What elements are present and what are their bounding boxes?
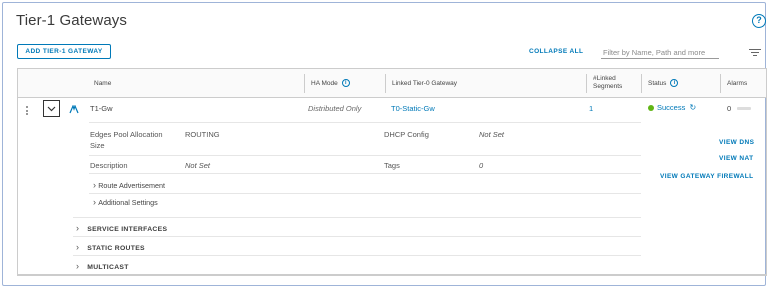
linked-segments-link[interactable]: 1 — [589, 104, 593, 113]
help-icon[interactable]: ? — [752, 14, 766, 28]
tier1-gateways-panel: Tier-1 Gateways ? ADD TIER-1 GATEWAY COL… — [2, 2, 767, 286]
filter-icon[interactable] — [749, 49, 761, 57]
dhcp-config-label: DHCP Config — [384, 130, 429, 139]
edges-pool-label: Edges Pool Allocation Size — [90, 130, 163, 150]
column-header-linked-tier0[interactable]: Linked Tier-0 Gateway — [386, 69, 586, 97]
info-icon[interactable]: i — [670, 79, 679, 87]
dhcp-config-value: Not Set — [479, 130, 505, 139]
column-header-linked-segments[interactable]: #Linked Segments — [587, 69, 641, 97]
edges-pool-value: ROUTING — [185, 130, 220, 139]
divider — [89, 193, 641, 194]
column-header-status[interactable]: Status i — [642, 69, 720, 97]
divider — [89, 155, 641, 156]
tags-label: Tags — [384, 161, 400, 170]
info-icon[interactable]: i — [341, 79, 350, 87]
additional-settings-toggle[interactable]: › Additional Settings — [93, 197, 158, 207]
tags-value: 0 — [479, 161, 484, 170]
grid-footer-border — [17, 274, 767, 275]
divider — [73, 217, 641, 218]
refresh-icon[interactable]: ↻ — [689, 103, 696, 112]
row-actions-icon[interactable] — [26, 106, 29, 117]
chevron-right-icon: › — [76, 242, 79, 252]
page-title: Tier-1 Gateways — [16, 12, 127, 29]
grid-header: Name HA Mode i Linked Tier-0 Gateway #Lin… — [18, 69, 766, 98]
ha-mode-value: Distributed Only — [308, 104, 362, 113]
column-header-ha-mode[interactable]: HA Mode i — [305, 69, 385, 97]
success-status-dot — [648, 104, 654, 111]
filter-input[interactable] — [601, 46, 719, 59]
column-header-name[interactable]: Name — [88, 69, 304, 97]
chevron-right-icon: › — [76, 261, 79, 271]
view-dns-link[interactable]: VIEW DNS — [719, 139, 754, 146]
column-header-alarms[interactable]: Alarms — [721, 69, 766, 97]
view-nat-link[interactable]: VIEW NAT — [719, 155, 754, 162]
static-routes-toggle[interactable]: › STATIC ROUTES — [76, 242, 145, 252]
alarms-bar — [737, 107, 751, 110]
divider — [89, 173, 641, 174]
gateway-name: T1-Gw — [90, 104, 113, 113]
alarms-value: 0 — [727, 104, 732, 113]
gateway-icon — [69, 105, 79, 114]
description-value: Not Set — [185, 161, 211, 170]
divider — [89, 122, 641, 123]
service-interfaces-toggle[interactable]: › SERVICE INTERFACES — [76, 223, 167, 233]
add-tier1-gateway-button[interactable]: ADD TIER-1 GATEWAY — [17, 44, 111, 59]
chevron-right-icon: › — [76, 223, 79, 233]
description-label: Description — [90, 161, 128, 170]
status-value: Success ↻ — [648, 103, 696, 112]
chevron-right-icon: › — [93, 180, 96, 190]
route-advertisement-toggle[interactable]: › Route Advertisement — [93, 180, 165, 190]
collapse-all-button[interactable]: COLLAPSE ALL — [529, 48, 583, 55]
row-expand-button[interactable] — [43, 100, 60, 117]
multicast-toggle[interactable]: › MULTICAST — [76, 261, 129, 271]
divider — [73, 236, 641, 237]
view-gateway-firewall-link[interactable]: VIEW GATEWAY FIREWALL — [660, 173, 754, 180]
chevron-right-icon: › — [93, 197, 96, 207]
divider — [73, 255, 641, 256]
linked-tier0-link[interactable]: T0-Static-Gw — [391, 104, 435, 113]
chevron-down-icon — [47, 106, 56, 112]
